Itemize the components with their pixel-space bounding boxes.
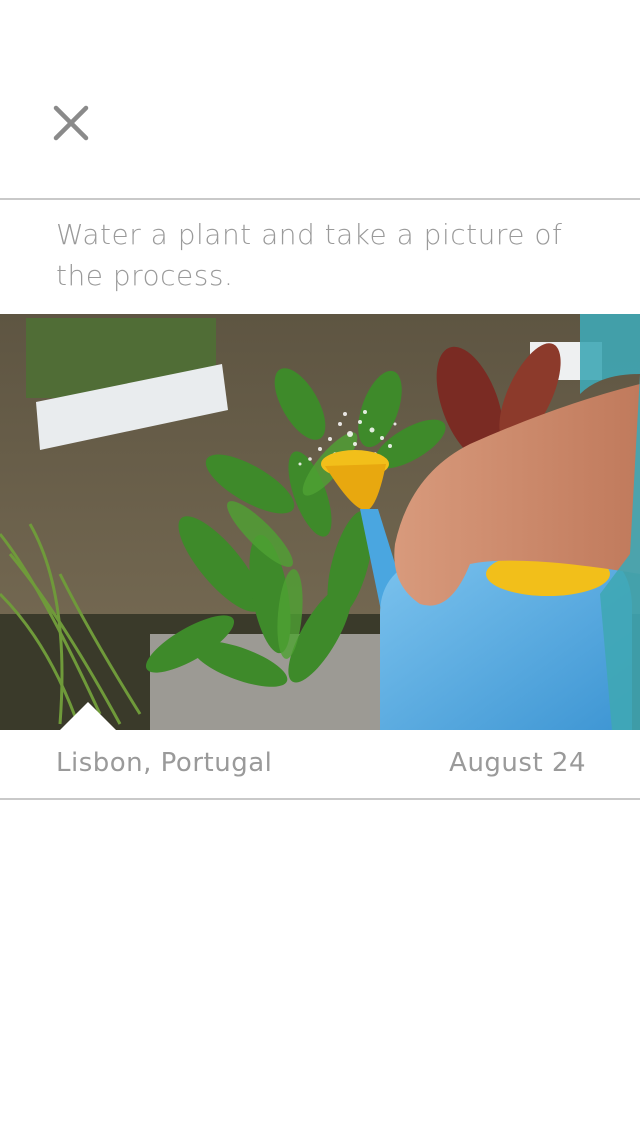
date-label: August 24 (449, 748, 586, 778)
photo-image (0, 314, 640, 730)
photo-pointer (60, 702, 116, 730)
challenge-photo[interactable] (0, 314, 640, 730)
location-label: Lisbon, Portugal (56, 748, 273, 778)
close-button[interactable] (48, 100, 94, 146)
challenge-card: Water a plant and take a picture of the … (0, 198, 640, 800)
challenge-caption: Water a plant and take a picture of the … (56, 218, 563, 292)
close-icon (53, 105, 89, 141)
card-footer: Lisbon, Portugal August 24 (0, 730, 640, 800)
